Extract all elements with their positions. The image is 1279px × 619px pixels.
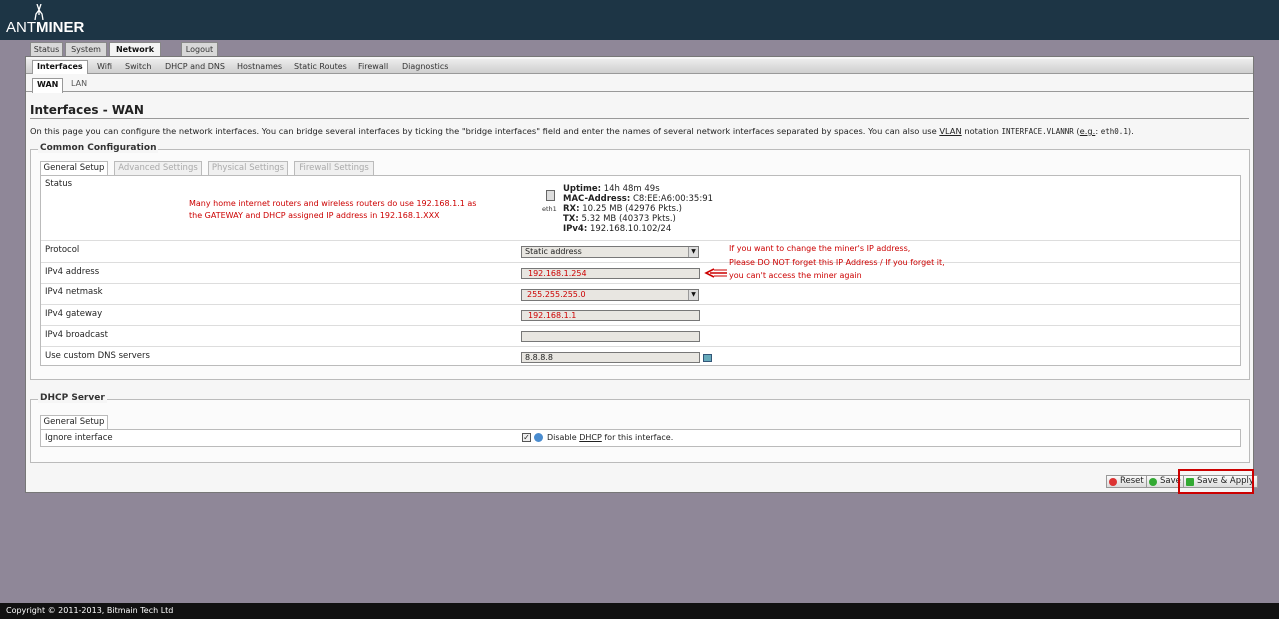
interface-tabs: WAN LAN <box>26 77 1253 93</box>
subnav-diagnostics[interactable]: Diagnostics <box>402 61 448 72</box>
dropdown-arrow-icon: ▼ <box>688 247 698 257</box>
vlan-link[interactable]: VLAN <box>939 126 961 136</box>
status-row: Status Many home internet routers and wi… <box>41 176 1240 241</box>
ant-icon <box>34 4 44 20</box>
routers-note-line-2: the GATEWAY and DHCP assigned IP address… <box>189 211 440 220</box>
ip-note-line-2: Please DO NOT forget this IP Address / I… <box>729 258 945 267</box>
protocol-label: Protocol <box>45 245 80 255</box>
ipv4-netmask-row: IPv4 netmask 255.255.255.0 ▼ <box>41 284 1240 305</box>
ipv4-gateway-row: IPv4 gateway 192.168.1.1 <box>41 305 1240 326</box>
status-label: Status <box>45 179 73 189</box>
subnav-wifi[interactable]: Wifi <box>97 61 112 72</box>
subnav-firewall[interactable]: Firewall <box>358 61 388 72</box>
status-details: Uptime: 14h 48m 49s MAC-Address: C8:EE:A… <box>563 184 714 234</box>
ignore-interface-label: Ignore interface <box>45 433 113 443</box>
subnav-switch[interactable]: Switch <box>125 61 151 72</box>
tab-advanced-settings[interactable]: Advanced Settings <box>114 161 202 175</box>
ipv4-netmask-select[interactable]: 255.255.255.0 ▼ <box>521 289 699 301</box>
page-description: On this page you can configure the netwo… <box>30 126 1134 136</box>
sub-navigation: Interfaces Wifi Switch DHCP and DNS Host… <box>26 59 1253 74</box>
ipv4-broadcast-input[interactable] <box>521 331 700 342</box>
ipv4-address-label: IPv4 address <box>45 267 100 277</box>
tab-general-setup[interactable]: General Setup <box>40 161 108 175</box>
ignore-interface-checkbox[interactable]: ✓ <box>522 433 531 442</box>
dhcp-server-legend: DHCP Server <box>38 393 107 403</box>
iface-tab-lan[interactable]: LAN <box>71 78 87 90</box>
protocol-row: Protocol Static address ▼ <box>41 241 1240 263</box>
title-divider <box>30 118 1249 119</box>
ipv4-gateway-input[interactable]: 192.168.1.1 <box>521 310 700 321</box>
general-setup-form: Status Many home internet routers and wi… <box>40 175 1241 366</box>
page-title: Interfaces - WAN <box>30 103 144 117</box>
save-icon <box>1149 478 1157 486</box>
reset-icon <box>1109 478 1117 486</box>
tab-logout[interactable]: Logout <box>181 42 218 56</box>
disable-dhcp-text: Disable DHCP for this interface. <box>547 433 674 442</box>
dropdown-arrow-icon: ▼ <box>688 290 698 300</box>
tab-system[interactable]: System <box>65 42 107 56</box>
logo-text: ANTMINER <box>6 19 85 36</box>
ip-note-line-1: If you want to change the miner's IP add… <box>729 244 911 253</box>
subnav-hostnames[interactable]: Hostnames <box>237 61 282 72</box>
common-configuration-legend: Common Configuration <box>38 143 159 153</box>
ip-note-line-3: you can't access the miner again <box>729 271 862 280</box>
subnav-static-routes[interactable]: Static Routes <box>294 61 347 72</box>
interface-name: eth1 <box>542 205 557 213</box>
protocol-select[interactable]: Static address ▼ <box>521 246 699 258</box>
tab-firewall-settings[interactable]: Firewall Settings <box>294 161 374 175</box>
save-apply-highlight <box>1178 469 1254 494</box>
tab-network[interactable]: Network <box>109 42 161 56</box>
iface-tab-wan[interactable]: WAN <box>32 78 64 93</box>
ipv4-address-row: IPv4 address 192.168.1.254 <box>41 263 1240 284</box>
dns-input[interactable]: 8.8.8.8 <box>521 352 700 363</box>
dhcp-tab-general-setup[interactable]: General Setup <box>40 415 108 429</box>
info-icon <box>534 433 543 442</box>
ipv4-address-input[interactable]: 192.168.1.254 <box>521 268 700 279</box>
add-dns-icon[interactable] <box>703 354 712 362</box>
routers-note-line-1: Many home internet routers and wireless … <box>189 199 477 208</box>
top-header: ANTMINER <box>0 0 1279 40</box>
reset-button[interactable]: Reset <box>1106 475 1148 488</box>
subnav-interfaces[interactable]: Interfaces <box>32 60 88 74</box>
ethernet-icon <box>546 190 555 201</box>
eg-abbr: e.g. <box>1079 126 1096 136</box>
dns-row: Use custom DNS servers 8.8.8.8 <box>41 347 1240 367</box>
ipv4-netmask-label: IPv4 netmask <box>45 287 103 297</box>
ipv4-broadcast-label: IPv4 broadcast <box>45 330 108 340</box>
main-panel: Interfaces Wifi Switch DHCP and DNS Host… <box>25 56 1254 493</box>
red-arrow-icon <box>704 268 727 278</box>
footer-copyright: Copyright © 2011-2013, Bitmain Tech Ltd <box>0 603 1279 619</box>
tab-status[interactable]: Status <box>30 42 63 56</box>
dhcp-form: Ignore interface ✓ Disable DHCP for this… <box>40 429 1241 447</box>
tab-physical-settings[interactable]: Physical Settings <box>208 161 288 175</box>
ipv4-gateway-label: IPv4 gateway <box>45 309 103 319</box>
dns-label: Use custom DNS servers <box>45 351 150 361</box>
subnav-dhcp-dns[interactable]: DHCP and DNS <box>165 61 225 72</box>
ipv4-broadcast-row: IPv4 broadcast <box>41 326 1240 347</box>
